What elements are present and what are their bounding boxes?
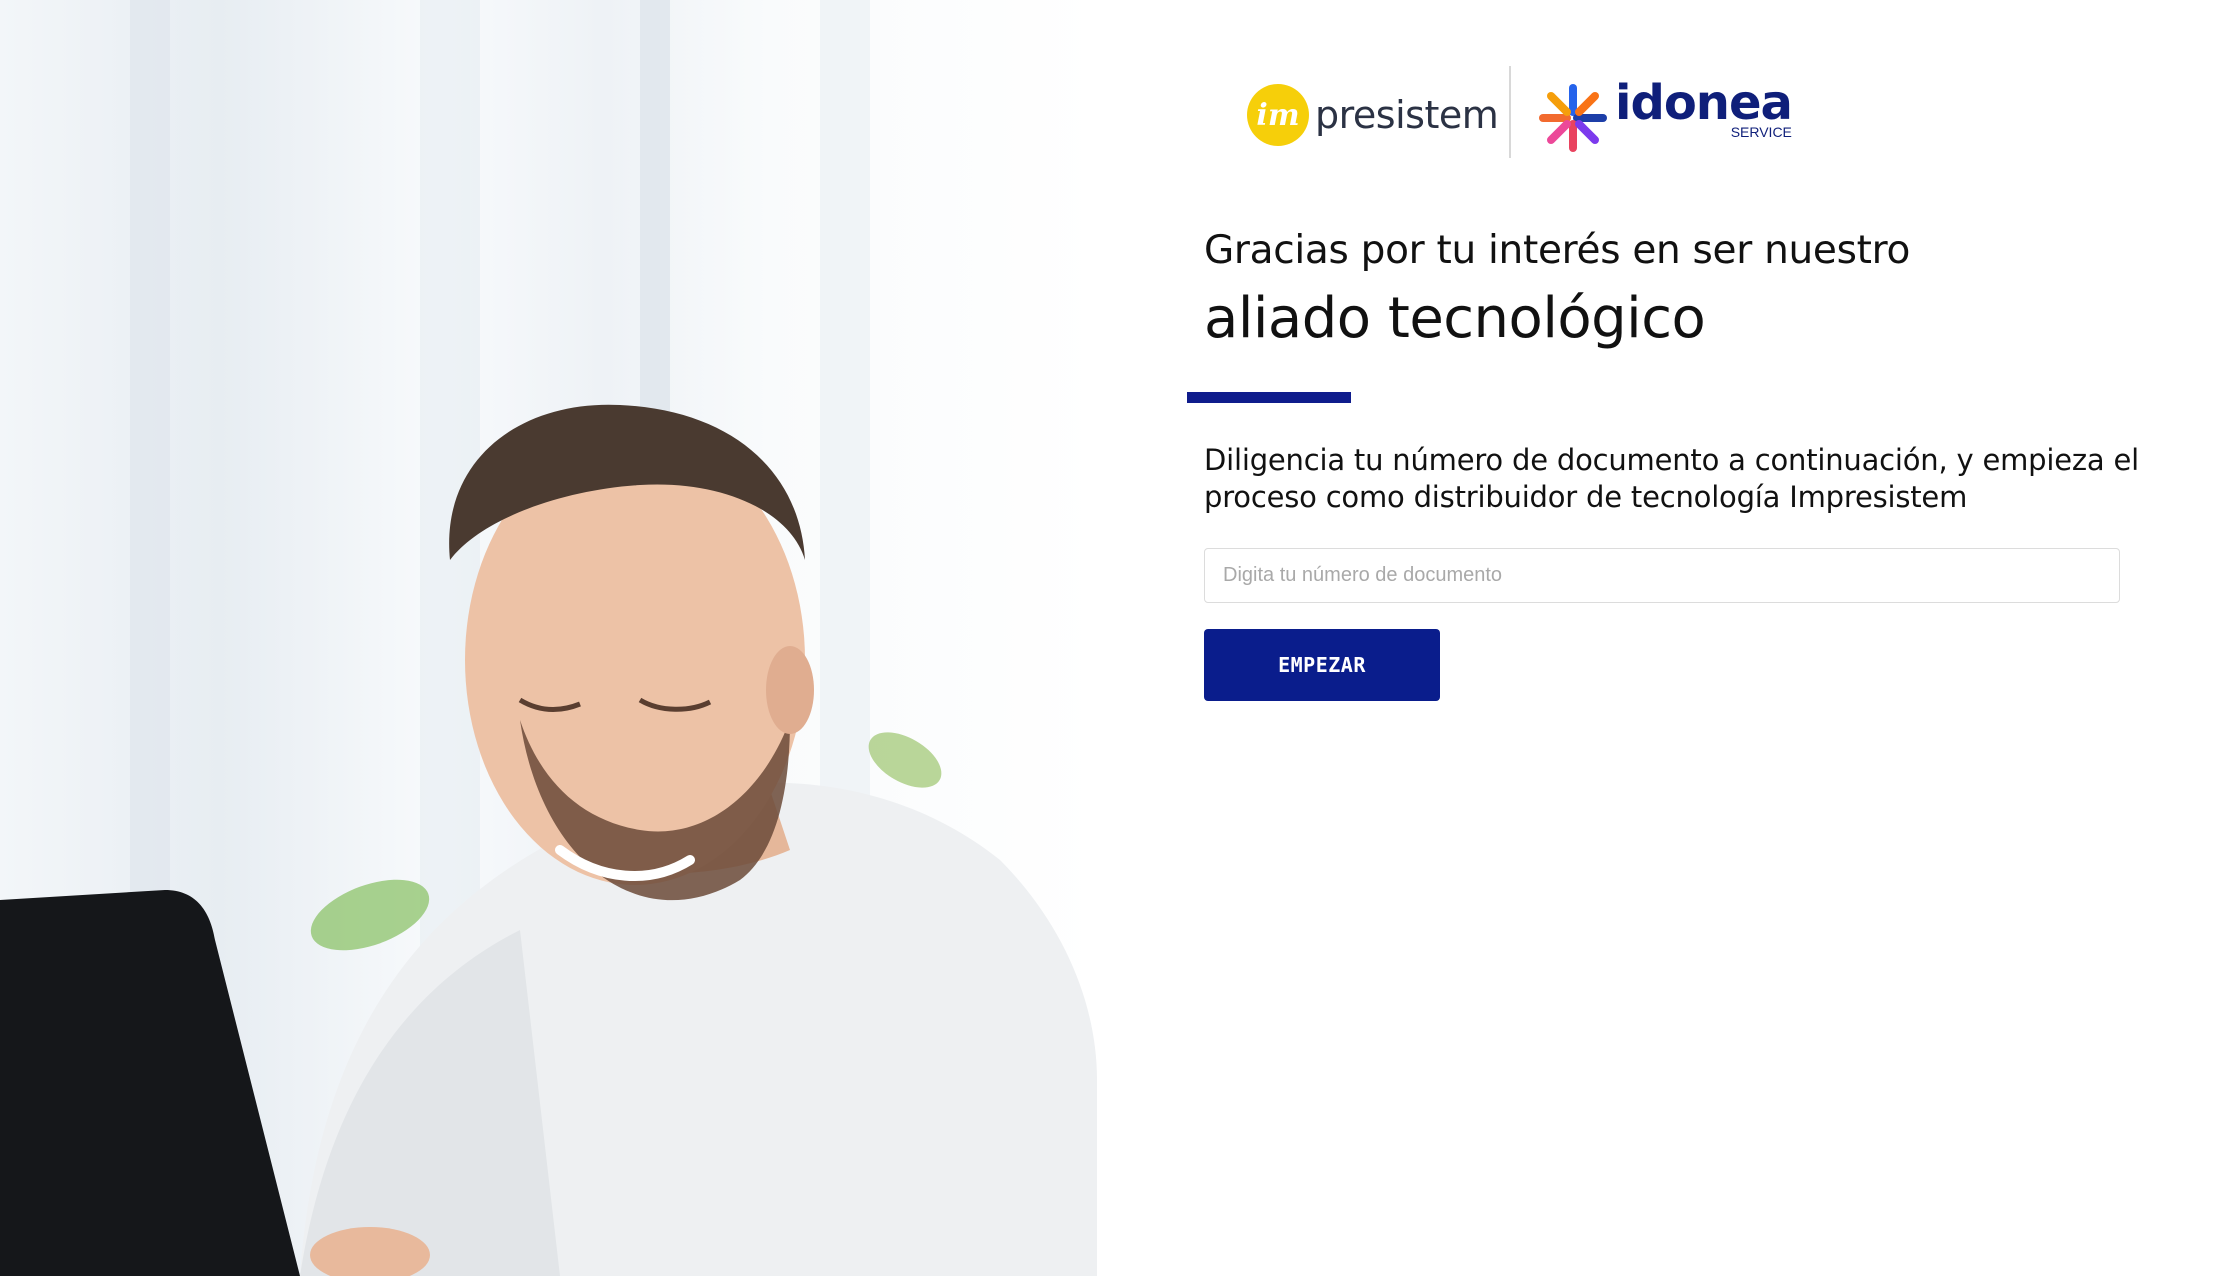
idonea-wordmark-group: idonea SERVICE xyxy=(1615,75,1793,140)
signup-panel: im presistem idonea SERVICE Gracias por … xyxy=(1097,0,2229,1276)
document-number-input[interactable] xyxy=(1204,548,2120,603)
headline-intro: Gracias por tu interés en ser nuestro xyxy=(1204,228,1911,273)
starburst-icon xyxy=(1539,84,1607,152)
idonea-subtitle: SERVICE xyxy=(1730,124,1792,140)
logo-divider xyxy=(1509,66,1511,158)
idonea-wordmark: idonea xyxy=(1615,75,1793,131)
page: im presistem idonea SERVICE Gracias por … xyxy=(0,0,2229,1276)
hero-photo-illustration xyxy=(0,0,1097,1276)
start-button[interactable]: EMPEZAR xyxy=(1204,629,1440,701)
headline-title: aliado tecnológico xyxy=(1204,286,1706,351)
impresistem-logo: im presistem xyxy=(1247,80,1499,150)
hero-photo xyxy=(0,0,1097,1276)
accent-bar xyxy=(1187,392,1351,403)
idonea-logo: idonea SERVICE xyxy=(1537,75,1793,158)
impresistem-wordmark: presistem xyxy=(1315,93,1499,137)
instructions-text: Diligencia tu número de documento a cont… xyxy=(1204,443,2139,514)
impresistem-badge: im xyxy=(1247,84,1309,146)
brand-logos: im presistem idonea SERVICE xyxy=(1247,66,1887,162)
